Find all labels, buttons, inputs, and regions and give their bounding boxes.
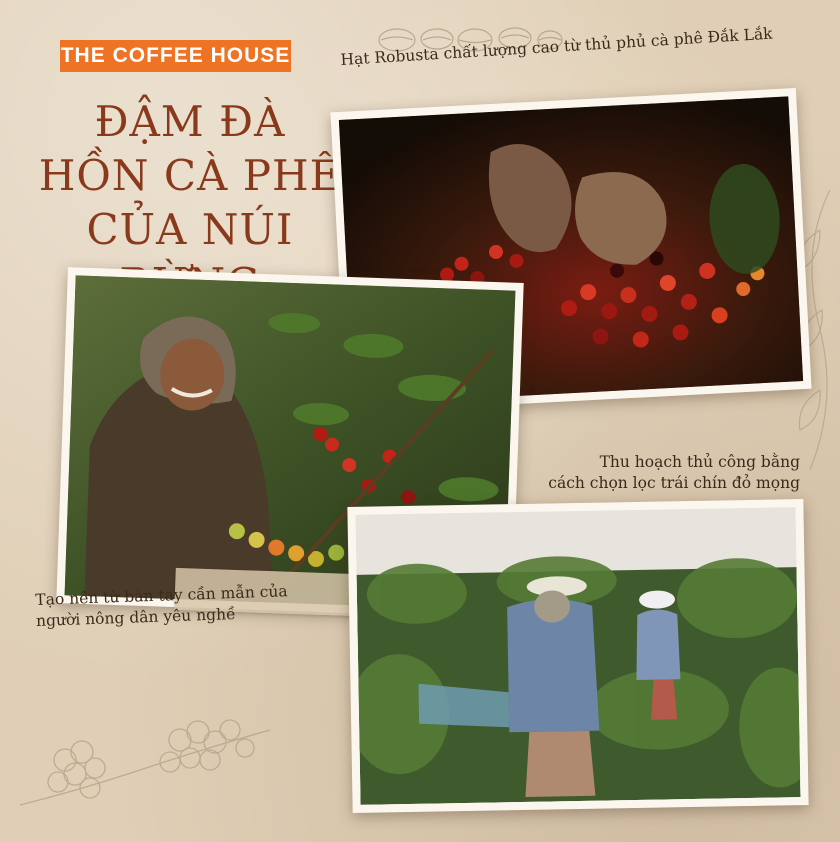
brand-logo: THE COFFEE HOUSE (60, 40, 291, 72)
caption-harvest-line-1: Thu hoạch thủ công bằng (599, 453, 800, 471)
title-line-2: HỒN CÀ PHÊ (38, 151, 342, 200)
photo-harvesters-field (347, 499, 809, 813)
photo-harvesters-field-image (355, 507, 801, 805)
coffee-cherry-branch-sketch-icon (20, 719, 271, 806)
caption-harvest: Thu hoạch thủ công bằng cách chọn lọc tr… (520, 452, 800, 494)
title-line-1: ĐẬM ĐÀ (94, 97, 286, 146)
caption-harvest-line-2: cách chọn lọc trái chín đỏ mọng (548, 474, 800, 492)
